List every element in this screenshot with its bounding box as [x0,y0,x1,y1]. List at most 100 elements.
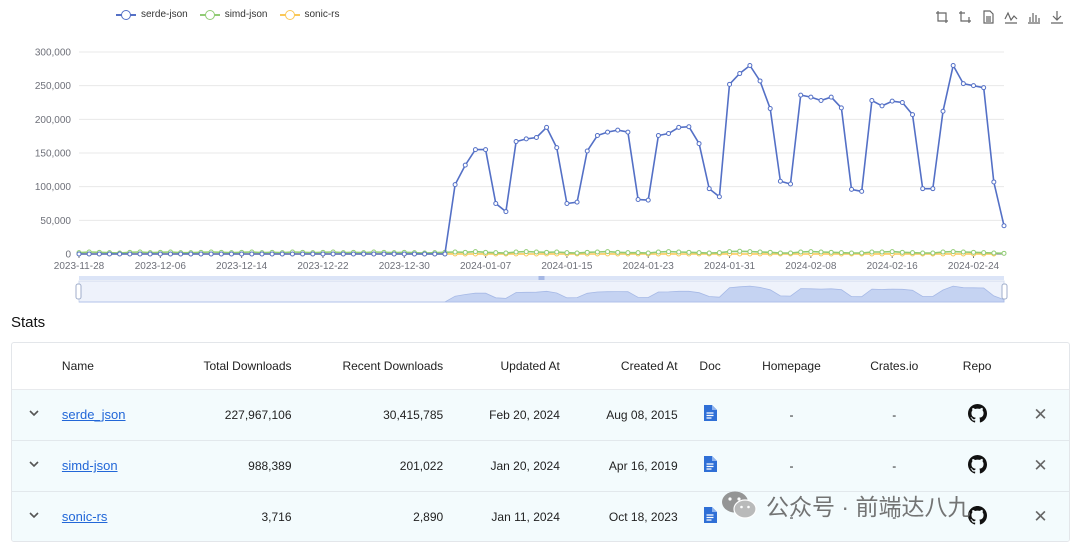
chevron-down-icon[interactable] [26,458,42,474]
downloads-chart: 0 50,000 100,000 150,000 200,000 250,000 300,0… [0,0,1080,310]
updated-at: Jan 20, 2024 [490,458,560,473]
data-point-serde-json [127,251,133,257]
y-tick-label: 150,000 [35,149,72,160]
chevron-down-icon[interactable] [26,509,42,525]
bar-chart-icon[interactable] [1025,8,1043,26]
data-point-simd-json [777,250,783,256]
header-name[interactable]: Name [55,343,146,390]
data-point-simd-json [686,249,692,255]
header-updated-at[interactable]: Updated At [449,343,566,390]
legend-item-simd-json[interactable]: simd-json [199,9,268,20]
data-point-simd-json [645,250,651,256]
download-icon[interactable] [1048,8,1066,26]
data-point-serde-json [696,141,702,147]
remove-crate-close-icon[interactable]: ✕ [1033,456,1047,475]
crate-name-link[interactable]: simd-json [62,458,118,473]
x-tick-label: 2023-12-14 [216,261,268,272]
data-point-serde-json [767,106,773,112]
legend-swatch-icon [116,9,136,20]
crates-io-value: - [892,407,897,422]
data-view-icon[interactable] [979,8,997,26]
data-point-serde-json [157,251,163,257]
data-point-simd-json [676,249,682,255]
x-tick-label: 2024-01-31 [704,261,756,272]
data-point-serde-json [279,251,285,257]
zoom-icon[interactable] [933,8,951,26]
data-point-serde-json [523,136,529,142]
y-tick-label: 200,000 [35,115,72,126]
data-point-simd-json [838,250,844,256]
data-point-simd-json [869,249,875,255]
header-recent-downloads[interactable]: Recent Downloads [297,343,450,390]
data-point-serde-json [198,251,204,257]
data-point-simd-json [747,249,753,255]
data-point-simd-json [615,249,621,255]
created-at: Aug 08, 2015 [606,407,678,422]
data-point-serde-json [513,139,519,145]
data-point-simd-json [605,249,611,255]
data-point-simd-json [584,249,590,255]
recent-downloads: 2,890 [413,509,444,524]
data-point-serde-json [849,186,855,192]
github-icon[interactable] [967,403,987,426]
created-at: Oct 18, 2023 [608,509,678,524]
header-homepage: Homepage [736,343,847,390]
data-point-simd-json [483,249,489,255]
header-total-downloads[interactable]: Total Downloads [145,343,298,390]
legend-swatch-icon [199,9,220,20]
data-point-simd-json [533,249,539,255]
x-tick-label: 2024-02-16 [867,261,919,272]
data-point-serde-json [808,94,814,100]
legend-label: serde-json [141,9,188,20]
data-point-simd-json [706,250,712,256]
data-point-simd-json [889,249,895,255]
legend-label: simd-json [224,9,268,20]
data-point-serde-json [635,196,641,202]
legend-item-sonic-rs[interactable]: sonic-rs [279,9,340,20]
x-tick-label: 2024-02-24 [948,261,1000,272]
data-point-serde-json [828,94,834,100]
chart-legend: serde-json simd-json sonic-rs [116,9,340,20]
chevron-down-icon[interactable] [26,407,42,423]
x-tick-label: 2024-01-15 [541,261,593,272]
data-point-serde-json [137,251,143,257]
series-line-serde-json [79,63,1005,255]
data-point-serde-json [106,251,112,257]
data-point-serde-json [666,130,672,136]
legend-item-serde-json[interactable]: serde-json [116,9,188,20]
document-icon[interactable] [703,456,718,475]
header-created-at[interactable]: Created At [565,343,684,390]
data-point-serde-json [117,251,123,257]
data-point-serde-json [716,194,722,200]
data-point-serde-json [544,124,550,130]
crate-name-link[interactable]: serde_json [62,407,126,422]
remove-crate-close-icon[interactable]: ✕ [1033,507,1047,526]
x-tick-label: 2024-02-08 [785,261,837,272]
line-chart-icon[interactable] [1002,8,1020,26]
data-point-simd-json [798,249,804,255]
y-tick-label: 300,000 [35,48,72,59]
zoom-reset-icon[interactable] [956,8,974,26]
total-downloads: 227,967,106 [224,407,292,422]
document-icon[interactable] [703,405,718,424]
data-point-serde-json [910,112,916,118]
data-point-serde-json [462,162,468,168]
x-tick-label: 2023-12-06 [135,261,187,272]
data-point-serde-json [960,81,966,87]
github-icon[interactable] [967,505,987,528]
data-point-serde-json [371,251,377,257]
data-point-serde-json [727,81,733,87]
data-point-simd-json [818,249,824,255]
legend-swatch-icon [279,9,300,20]
github-icon[interactable] [967,454,987,477]
chart-svg: 0 50,000 100,000 150,000 200,000 250,000 300,0… [35,48,1008,303]
remove-crate-close-icon[interactable]: ✕ [1033,405,1047,424]
data-point-serde-json [493,201,499,206]
crate-name-link[interactable]: sonic-rs [62,509,108,524]
homepage-value: - [789,407,794,422]
data-point-serde-json [971,83,977,89]
document-icon[interactable] [703,507,718,526]
recent-downloads: 30,415,785 [383,407,444,422]
datazoom-handle-right [1001,283,1008,300]
crates-io-value: - [892,509,897,524]
